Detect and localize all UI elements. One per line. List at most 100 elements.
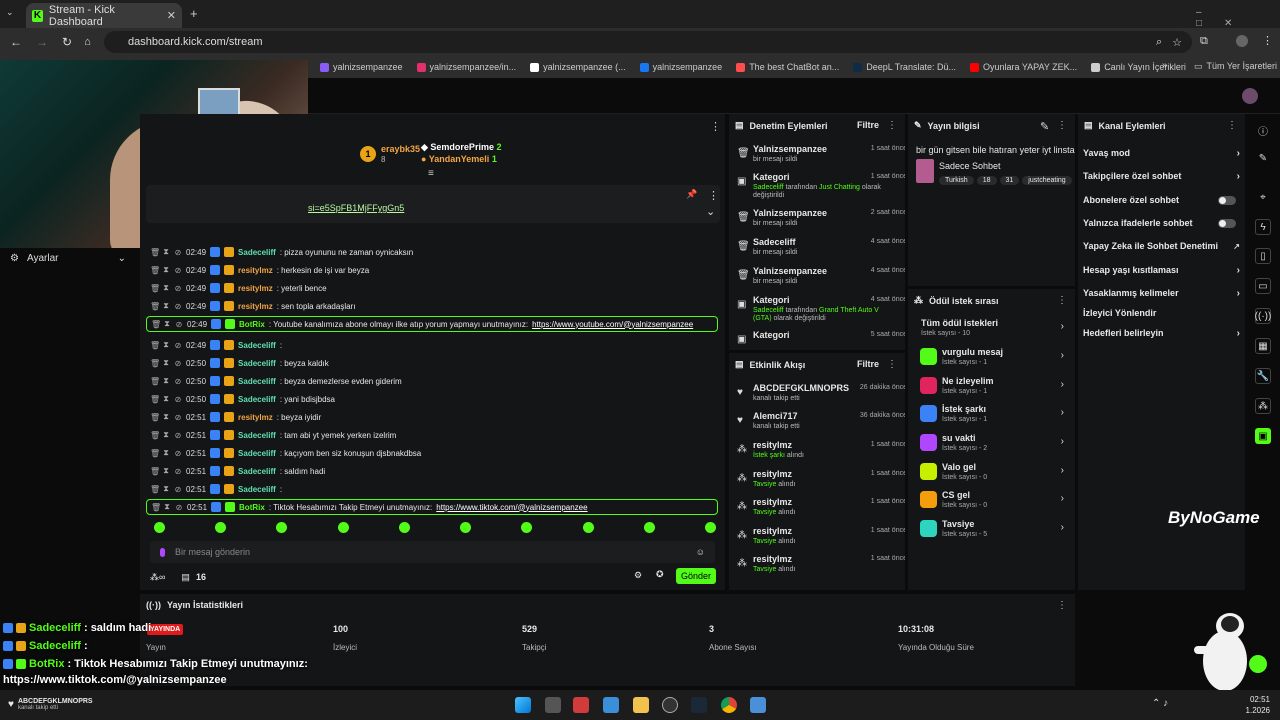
delete-message-icon[interactable]: 🗑 xyxy=(150,266,160,275)
stream-stats-menu-icon[interactable]: ⋮ xyxy=(1057,600,1067,611)
user-avatar[interactable] xyxy=(1242,88,1258,104)
message-username[interactable]: Sadeceliff xyxy=(238,449,276,458)
ban-icon[interactable]: ⊘ xyxy=(174,413,182,422)
ban-icon[interactable]: ⊘ xyxy=(174,302,182,311)
points-icon[interactable]: ⁂∞ xyxy=(150,572,165,583)
chrome-icon[interactable] xyxy=(721,697,737,713)
message-username[interactable]: Sadeceliff xyxy=(238,341,276,350)
bookmark-item[interactable]: Oyunlara YAPAY ZEK... xyxy=(969,62,1077,72)
timeout-icon[interactable]: ⧗ xyxy=(162,394,170,404)
message-username[interactable]: resitylmz xyxy=(238,266,273,275)
message-link[interactable]: https://www.tiktok.com/@yalnizsempanzee xyxy=(436,503,587,512)
task-view-icon[interactable] xyxy=(545,697,561,713)
reward-queue-menu-icon[interactable]: ⋮ xyxy=(1057,295,1067,306)
message-username[interactable]: Sadeceliff xyxy=(238,359,276,368)
settings-menu[interactable]: ⚙ Ayarlar ⌄ xyxy=(0,248,136,268)
delete-message-icon[interactable]: 🗑 xyxy=(150,485,160,494)
message-username[interactable]: resitylmz xyxy=(238,302,273,311)
tray-icons[interactable]: ⌃ ♪ xyxy=(1152,698,1168,709)
timeout-icon[interactable]: ⧗ xyxy=(163,319,171,329)
chat-settings-icon[interactable]: ⚙ xyxy=(634,570,642,581)
emote-icon[interactable] xyxy=(704,522,716,533)
home-icon[interactable]: ⌂ xyxy=(84,36,91,48)
delete-message-icon[interactable]: 🗑 xyxy=(150,467,160,476)
emote-icon[interactable] xyxy=(398,522,410,533)
message-username[interactable]: BotRix xyxy=(239,503,265,512)
message-username[interactable]: Sadeceliff xyxy=(238,467,276,476)
clipboard-icon[interactable]: ▯ xyxy=(1255,248,1271,264)
channel-action-item[interactable]: Hedefleri belirleyin › xyxy=(1083,324,1240,342)
reward-item[interactable]: vurgulu mesaj İstek sayısı - 1 › xyxy=(918,345,1066,371)
all-bookmarks[interactable]: ▭ Tüm Yer İşaretleri xyxy=(1194,61,1277,72)
message-username[interactable]: Sadeceliff xyxy=(238,485,276,494)
ban-icon[interactable]: ⊘ xyxy=(175,503,183,512)
timeout-icon[interactable]: ⧗ xyxy=(162,265,170,275)
activity-menu-icon[interactable]: ⋮ xyxy=(887,359,897,370)
url-field[interactable]: dashboard.kick.com/stream ⌕ ☆ xyxy=(104,31,1192,53)
emoji-icon[interactable]: ☺ xyxy=(696,547,705,557)
delete-message-icon[interactable]: 🗑 xyxy=(151,503,161,512)
timeout-icon[interactable]: ⧗ xyxy=(162,448,170,458)
reward-item[interactable]: CS gel İstek sayısı - 0 › xyxy=(918,488,1066,514)
timeout-icon[interactable]: ⧗ xyxy=(162,283,170,293)
reward-item[interactable]: su vakti İstek sayısı - 2 › xyxy=(918,431,1066,457)
bookmark-item[interactable]: yalnizsempanzee (... xyxy=(530,62,626,72)
emote-icon[interactable] xyxy=(521,522,533,533)
broadcast-icon[interactable]: ((·)) xyxy=(1255,308,1271,324)
timeout-icon[interactable]: ⧗ xyxy=(162,301,170,311)
obs-icon[interactable] xyxy=(662,697,678,713)
new-tab-button[interactable]: + xyxy=(190,6,198,21)
delete-message-icon[interactable]: 🗑 xyxy=(150,302,160,311)
toggle-switch[interactable] xyxy=(1218,218,1236,228)
reward-item[interactable]: Valo gel İstek sayısı - 0 › xyxy=(918,460,1066,486)
bookmarks-overflow-icon[interactable]: » xyxy=(1162,60,1168,71)
info-icon[interactable]: ⓘ xyxy=(1255,122,1271,138)
reload-icon[interactable]: ↻ xyxy=(62,35,72,49)
timeout-icon[interactable]: ⧗ xyxy=(162,466,170,476)
game-icon[interactable]: ▣ xyxy=(1255,428,1271,444)
file-explorer-icon[interactable] xyxy=(633,697,649,713)
browser-tab[interactable]: K Stream - Kick Dashboard ✕ xyxy=(26,3,182,28)
target-icon[interactable]: ⌖ xyxy=(1255,189,1271,205)
emote-icon[interactable] xyxy=(154,522,165,533)
people-icon[interactable]: ⁂ xyxy=(1255,398,1271,414)
emote-icon[interactable] xyxy=(643,522,655,533)
timeout-icon[interactable]: ⧗ xyxy=(162,412,170,422)
toggle-switch[interactable] xyxy=(1218,195,1236,205)
timeout-icon[interactable]: ⧗ xyxy=(162,376,170,386)
channel-action-item[interactable]: Takipçilere özel sohbet › xyxy=(1083,167,1240,185)
zoom-icon[interactable]: ⌕ xyxy=(1156,36,1162,49)
delete-message-icon[interactable]: 🗑 xyxy=(150,359,160,368)
delete-message-icon[interactable]: 🗑 xyxy=(150,284,160,293)
channel-action-item[interactable]: Yapay Zeka ile Sohbet Denetimi ↗ xyxy=(1083,237,1240,255)
timeout-icon[interactable]: ⧗ xyxy=(162,340,170,350)
message-username[interactable]: resitylmz xyxy=(238,413,273,422)
ban-icon[interactable]: ⊘ xyxy=(175,320,183,329)
message-link[interactable]: https://www.youtube.com/@yalnizsempanzee xyxy=(532,320,693,329)
bookmark-star-icon[interactable]: ☆ xyxy=(1172,36,1182,49)
pinned-expand-icon[interactable]: ⌄ xyxy=(706,205,715,218)
bookmark-item[interactable]: The best ChatBot an... xyxy=(736,62,839,72)
delete-message-icon[interactable]: 🗑 xyxy=(150,395,160,404)
snipping-tool-icon[interactable] xyxy=(573,697,589,713)
edit-stream-icon[interactable]: ✎ xyxy=(1040,120,1049,133)
delete-message-icon[interactable]: 🗑 xyxy=(150,377,160,386)
chat-bubble-icon[interactable]: ▭ xyxy=(1255,278,1271,294)
ban-icon[interactable]: ⊘ xyxy=(174,395,182,404)
extensions-icon[interactable]: ⧉ xyxy=(1200,35,1208,48)
channel-action-item[interactable]: İzleyici Yönlendir xyxy=(1083,304,1240,322)
steam-icon[interactable] xyxy=(691,697,707,713)
all-rewards-item[interactable]: Tüm ödül istekleri İstek sayısı - 10 › xyxy=(918,316,1066,342)
emote-icon[interactable] xyxy=(337,522,349,533)
delete-message-icon[interactable]: 🗑 xyxy=(150,431,160,440)
delete-message-icon[interactable]: 🗑 xyxy=(150,341,160,350)
bookmark-item[interactable]: yalnizsempanzee/in... xyxy=(416,62,516,72)
timeout-icon[interactable]: ⧗ xyxy=(162,247,170,257)
window-controls[interactable]: –□✕ xyxy=(1196,7,1280,29)
bookmark-item[interactable]: Canlı Yayın İçerikleri xyxy=(1091,62,1186,72)
reward-item[interactable]: İstek şarkı İstek sayısı - 1 › xyxy=(918,402,1066,428)
calendar-icon[interactable]: ▦ xyxy=(1255,338,1271,354)
browser-menu-icon[interactable]: ⋮ xyxy=(1262,34,1273,47)
pen-icon[interactable]: ✎ xyxy=(1255,150,1271,166)
moderation-filter[interactable]: Filtre xyxy=(857,120,879,130)
